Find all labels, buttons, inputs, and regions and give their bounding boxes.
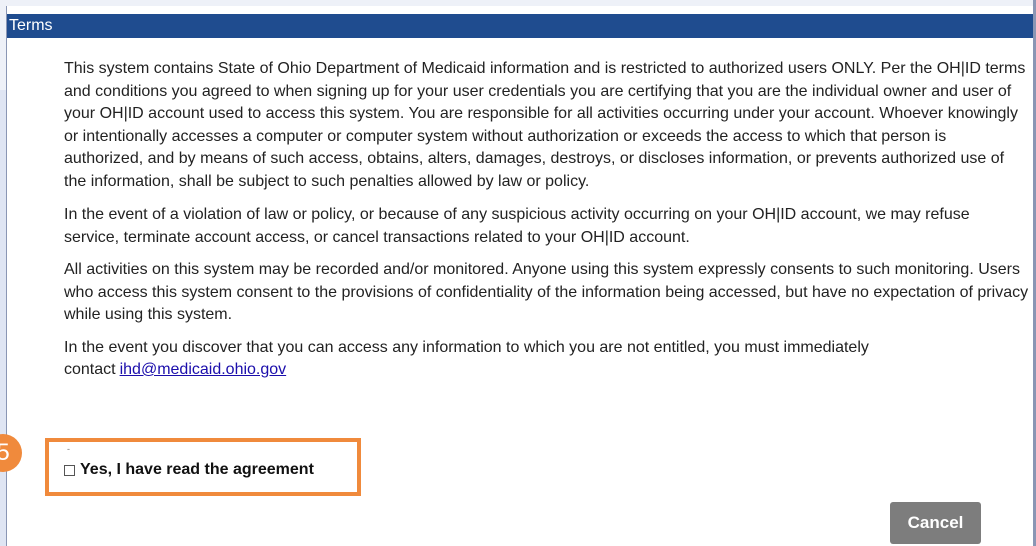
agreement-row[interactable]: Yes, I have read the agreement [64, 461, 314, 479]
terms-paragraph-2: In the event of a violation of law or po… [64, 206, 970, 246]
terms-paragraph-1: This system contains State of Ohio Depar… [64, 60, 1026, 190]
agreement-label: Yes, I have read the agreement [80, 461, 314, 478]
agreement-marker: - [67, 444, 70, 454]
terms-dialog: Terms This system contains State of Ohio… [6, 6, 1036, 546]
terms-paragraph-3: All activities on this system may be rec… [64, 261, 1029, 323]
dialog-title: Terms [7, 14, 1036, 38]
cancel-button[interactable]: Cancel [890, 502, 981, 544]
terms-body: This system contains State of Ohio Depar… [64, 58, 1029, 392]
agreement-highlight: - Yes, I have read the agreement [45, 438, 361, 496]
terms-paragraph-4: In the event you discover that you can a… [64, 337, 1029, 382]
email-link[interactable]: ihd@medicaid.ohio.gov [120, 361, 287, 378]
agreement-checkbox[interactable] [64, 464, 75, 476]
